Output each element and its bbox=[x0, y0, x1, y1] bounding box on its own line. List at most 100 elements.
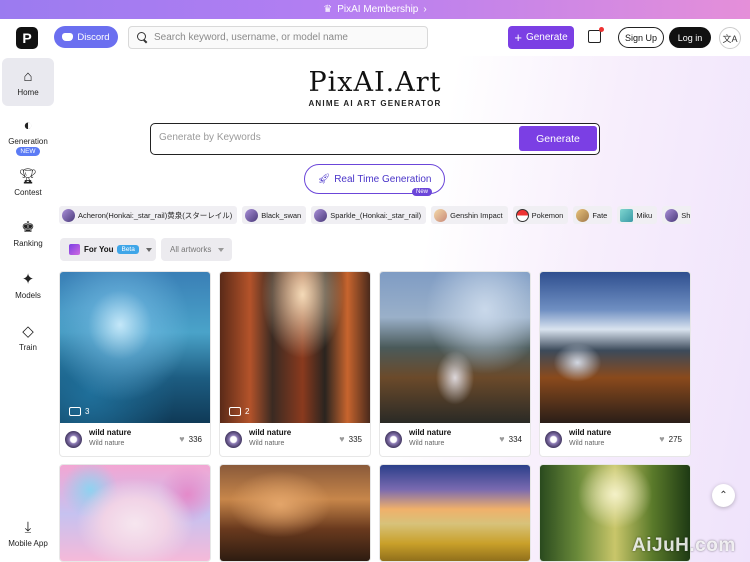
tag-avatar bbox=[314, 208, 328, 222]
sidebar-item-contest[interactable]: 🏆︎ Contest bbox=[2, 167, 54, 197]
discord-icon bbox=[62, 33, 74, 41]
prompt-input[interactable] bbox=[159, 132, 509, 143]
hero-generate-button[interactable]: Generate bbox=[519, 126, 597, 151]
like-count: 334 bbox=[508, 434, 522, 444]
avatar[interactable] bbox=[545, 431, 562, 448]
tag-chip[interactable]: Sparkle_(Honkai:_star_rail) bbox=[311, 206, 427, 224]
sidebar-item-models[interactable]: ✦ Models bbox=[2, 270, 54, 300]
heart-icon: ♥ bbox=[659, 434, 665, 444]
artwork-image[interactable] bbox=[220, 465, 370, 561]
tag-chip[interactable]: Miku bbox=[617, 206, 658, 224]
for-you-dropdown[interactable]: For You Beta bbox=[60, 238, 156, 261]
tag-avatar bbox=[62, 208, 75, 222]
tag-label: Acheron(Honkai:_star_rail)黄泉(スターレイル) bbox=[78, 210, 233, 220]
artwork-meta: wild nature Wild nature ♥ 336 bbox=[60, 423, 210, 456]
diamond-icon: ◇ bbox=[22, 323, 34, 340]
tag-label: Fate bbox=[592, 210, 608, 220]
sidebar-item-mobile-app[interactable]: ⤓ Mobile App bbox=[2, 518, 54, 549]
tag-avatar bbox=[245, 208, 259, 222]
scroll-to-top-button[interactable]: ⌃ bbox=[712, 484, 735, 507]
signup-button[interactable]: Sign Up bbox=[618, 27, 664, 48]
beta-badge: Beta bbox=[117, 245, 139, 254]
tag-row: Acheron(Honkai:_star_rail)黄泉(スターレイル) Bla… bbox=[59, 206, 691, 226]
artwork-title[interactable]: wild nature bbox=[89, 428, 131, 437]
tag-avatar bbox=[434, 208, 448, 222]
artwork-title[interactable]: wild nature bbox=[409, 428, 451, 437]
sidebar-item-label: Generation bbox=[8, 137, 48, 146]
artwork-image[interactable]: 3 bbox=[60, 272, 210, 423]
heart-icon: ♥ bbox=[339, 434, 345, 444]
like-button[interactable]: ♥ 275 bbox=[659, 434, 682, 444]
magic-wand-icon: ✦ bbox=[21, 271, 35, 288]
sidebar-item-train[interactable]: ◇ Train bbox=[2, 322, 54, 352]
sidebar: ⌂ Home ◐ Generation NEW 🏆︎ Contest ♚ Ran… bbox=[0, 56, 56, 562]
membership-banner[interactable]: ♛ PixAI Membership › bbox=[0, 0, 750, 19]
like-button[interactable]: ♥ 334 bbox=[499, 434, 522, 444]
trophy-icon: 🏆︎ bbox=[18, 168, 38, 185]
comment-icon bbox=[229, 407, 241, 416]
search-bar[interactable] bbox=[128, 26, 428, 49]
sidebar-item-home[interactable]: ⌂ Home bbox=[2, 58, 54, 106]
artwork-card[interactable] bbox=[219, 464, 371, 562]
artwork-card[interactable] bbox=[59, 464, 211, 562]
artwork-card[interactable]: wild nature Wild nature ♥ 334 bbox=[379, 271, 531, 457]
artwork-image[interactable]: 2 bbox=[220, 272, 370, 423]
header-generate-button[interactable]: + Generate bbox=[508, 26, 574, 49]
comment-count-value: 2 bbox=[245, 407, 250, 416]
artwork-card[interactable]: 2 wild nature Wild nature ♥ 335 bbox=[219, 271, 371, 457]
sidebar-item-generation[interactable]: ◐ Generation NEW bbox=[2, 116, 54, 156]
artwork-model: Wild nature bbox=[249, 440, 285, 447]
notification-dot bbox=[599, 27, 604, 32]
sidebar-item-label: Mobile App bbox=[8, 539, 48, 548]
tag-avatar bbox=[665, 208, 679, 222]
new-badge: New bbox=[412, 188, 433, 196]
membership-banner-label: PixAI Membership bbox=[337, 4, 419, 15]
all-artworks-dropdown[interactable]: All artworks bbox=[161, 238, 232, 261]
tag-label: Genshin Impact bbox=[450, 210, 503, 220]
tag-chip[interactable]: Genshin Impact bbox=[431, 206, 508, 224]
watermark: AiJuH.com bbox=[632, 535, 736, 556]
comment-icon bbox=[69, 407, 81, 416]
like-button[interactable]: ♥ 335 bbox=[339, 434, 362, 444]
artwork-card[interactable] bbox=[379, 464, 531, 562]
avatar[interactable] bbox=[225, 431, 242, 448]
artwork-card[interactable]: wild nature Wild nature ♥ 275 bbox=[539, 271, 691, 457]
hero-title: PixAI.Art bbox=[308, 67, 442, 98]
avatar[interactable] bbox=[385, 431, 402, 448]
tag-chip[interactable]: Fate bbox=[573, 206, 613, 224]
search-icon bbox=[137, 32, 148, 43]
tag-chip[interactable]: Pokemon bbox=[512, 206, 569, 224]
sidebar-item-ranking[interactable]: ♚ Ranking bbox=[2, 218, 54, 248]
tasks-icon[interactable] bbox=[588, 27, 604, 43]
search-input[interactable] bbox=[154, 32, 414, 43]
artwork-image[interactable] bbox=[380, 465, 530, 561]
rocket-icon: 🚀︎ bbox=[317, 173, 331, 185]
pixai-logo[interactable]: P bbox=[16, 27, 38, 49]
new-badge: NEW bbox=[16, 147, 40, 156]
language-icon[interactable]: 文A bbox=[719, 27, 741, 49]
plus-icon: + bbox=[514, 30, 522, 45]
discord-label: Discord bbox=[77, 31, 110, 43]
chevron-down-icon bbox=[145, 247, 152, 252]
artwork-title[interactable]: wild nature bbox=[249, 428, 291, 437]
tag-label: Miku bbox=[636, 210, 653, 220]
avatar[interactable] bbox=[65, 431, 82, 448]
all-artworks-label: All artworks bbox=[170, 245, 212, 254]
artwork-card[interactable]: 3 wild nature Wild nature ♥ 336 bbox=[59, 271, 211, 457]
tag-label: Pokemon bbox=[531, 210, 564, 220]
tag-avatar bbox=[576, 208, 590, 222]
tag-chip[interactable]: Sh bbox=[662, 206, 691, 224]
artwork-model: Wild nature bbox=[89, 440, 125, 447]
tag-label: Black_swan bbox=[261, 210, 302, 220]
like-button[interactable]: ♥ 336 bbox=[179, 434, 202, 444]
chevron-up-icon: ⌃ bbox=[719, 490, 728, 501]
login-button[interactable]: Log in bbox=[669, 27, 711, 48]
sparkle-icon bbox=[69, 244, 80, 255]
tag-chip[interactable]: Black_swan bbox=[242, 206, 307, 224]
artwork-image[interactable] bbox=[60, 465, 210, 561]
tag-chip[interactable]: Acheron(Honkai:_star_rail)黄泉(スターレイル) bbox=[59, 206, 238, 224]
discord-button[interactable]: Discord bbox=[54, 26, 118, 48]
artwork-title[interactable]: wild nature bbox=[569, 428, 611, 437]
artwork-image[interactable] bbox=[540, 272, 690, 423]
artwork-image[interactable] bbox=[380, 272, 530, 423]
